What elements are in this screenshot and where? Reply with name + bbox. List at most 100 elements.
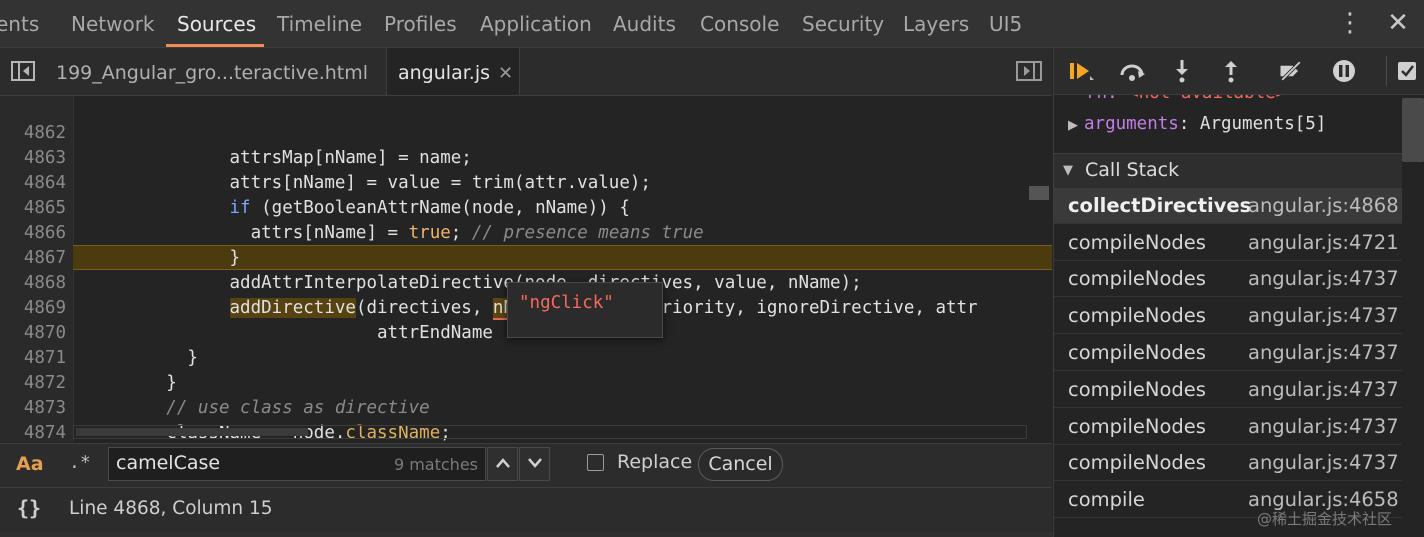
active-tab-indicator: [166, 44, 264, 47]
tab-elements[interactable]: ents: [0, 0, 39, 47]
collapse-triangle-icon[interactable]: ▼: [1063, 163, 1073, 178]
code-line: 4864 if (getBooleanAttrName(node, nName)…: [0, 146, 1052, 218]
call-frame[interactable]: compileNodes angular.js:4737: [1054, 409, 1402, 445]
call-frame[interactable]: compileNodes angular.js:4721: [1054, 225, 1402, 261]
close-tab-icon[interactable]: ✕: [498, 49, 513, 99]
toolbar-separator: [1386, 56, 1387, 86]
call-frame-function: compileNodes: [1068, 304, 1206, 327]
replace-checkbox[interactable]: [587, 454, 604, 471]
step-into-icon[interactable]: [1168, 59, 1196, 83]
editor-file-tabs: 199_Angular_gro...teractive.html angular…: [0, 48, 1052, 96]
search-match-count: 9 matches: [393, 455, 478, 474]
call-frame[interactable]: compileNodes angular.js:4737: [1054, 445, 1402, 481]
call-frame-function: compile: [1068, 488, 1145, 511]
more-menu-icon[interactable]: ⋮: [1337, 0, 1363, 47]
search-input[interactable]: camelCase 9 matches: [108, 447, 486, 481]
scope-var-value: <not available>: [1128, 95, 1286, 103]
pause-on-exceptions-icon[interactable]: [1330, 59, 1358, 83]
code-editor[interactable]: 4862 attrsMap[nName] = name; 4863 attrs[…: [0, 96, 1052, 442]
file-tab-html[interactable]: 199_Angular_gro...teractive.html: [56, 48, 368, 95]
call-frame-location: angular.js:4737: [1248, 341, 1399, 364]
resume-icon[interactable]: [1068, 59, 1096, 83]
code-line: 4873 className = node.className;: [0, 371, 1052, 442]
code-line-paused: 4868 addDirective(directives, nName, 'A'…: [0, 246, 1052, 320]
step-out-icon[interactable]: [1217, 59, 1245, 83]
call-frame[interactable]: compileNodes angular.js:4737: [1054, 372, 1402, 408]
call-frame-function: compileNodes: [1068, 267, 1206, 290]
cancel-search-button[interactable]: Cancel: [698, 448, 783, 481]
variable-value-popover: "ngClick": [507, 282, 663, 338]
code-line: 4867 addAttrInterpolateDirective(node, d…: [0, 221, 1052, 293]
code-line: 4862 attrsMap[nName] = name;: [0, 96, 1052, 168]
call-frame-function: compileNodes: [1068, 415, 1206, 438]
vertical-scrollbar-thumb[interactable]: [1029, 186, 1049, 200]
scope-truncated-row: rn: <not available>: [1086, 95, 1286, 103]
debugger-sidebar: rn: <not available> ▶arguments: Argument…: [1053, 48, 1424, 537]
scope-var-value: Arguments[5]: [1199, 114, 1327, 134]
call-frame-location: angular.js:4737: [1248, 304, 1399, 327]
call-frame[interactable]: compileNodes angular.js:4737: [1054, 298, 1402, 334]
popover-value: "ngClick": [519, 293, 614, 313]
call-frame-function: compileNodes: [1068, 341, 1206, 364]
code-line: 4865 attrs[nName] = true; // presence me…: [0, 171, 1052, 243]
scope-variables: rn: <not available> ▶arguments: Argument…: [1054, 95, 1424, 152]
regex-toggle[interactable]: .*: [69, 452, 91, 473]
call-frame-location: angular.js:4737: [1248, 451, 1399, 474]
search-query: camelCase: [116, 452, 221, 474]
search-previous-button[interactable]: [487, 447, 518, 481]
tab-ui5[interactable]: UI5: [989, 0, 1022, 47]
code-line: 4866 }: [0, 196, 1052, 268]
code-line: 4863 attrs[nName] = value = trim(attr.va…: [0, 121, 1052, 193]
horizontal-scrollbar[interactable]: [73, 425, 1027, 439]
call-frame-function: compileNodes: [1068, 231, 1206, 254]
code-line: 4872 // use class as directive: [0, 346, 1052, 418]
call-stack-header[interactable]: ▼ Call Stack: [1054, 153, 1402, 189]
toggle-navigator-icon[interactable]: [11, 61, 35, 81]
scope-var-name: rn:: [1086, 95, 1118, 103]
call-frame[interactable]: compileNodes angular.js:4737: [1054, 261, 1402, 297]
tab-sources[interactable]: Sources: [177, 0, 256, 47]
tab-profiles[interactable]: Profiles: [384, 0, 457, 47]
cursor-position: Line 4868, Column 15: [69, 498, 273, 519]
horizontal-scrollbar-thumb[interactable]: [76, 428, 308, 436]
step-over-icon[interactable]: [1118, 59, 1146, 83]
close-devtools-icon[interactable]: ✕: [1383, 0, 1413, 47]
file-tab-label: angular.js: [398, 62, 490, 84]
tab-audits[interactable]: Audits: [613, 0, 676, 47]
tab-security[interactable]: Security: [802, 0, 884, 47]
call-frame[interactable]: compileNodes angular.js:4737: [1054, 335, 1402, 371]
devtools-panel-tabs: ents Network Sources Timeline Profiles A…: [0, 0, 1424, 48]
tab-layers[interactable]: Layers: [903, 0, 969, 47]
call-frame-location: angular.js:4721: [1248, 231, 1399, 254]
code-line: 4874 if (isString(className) && classNam…: [0, 396, 1052, 442]
chevron-up-icon: [495, 458, 510, 468]
scope-arguments-row[interactable]: ▶ arguments: Arguments[5]: [1068, 114, 1326, 134]
file-tab-angular-js[interactable]: angular.js ✕: [386, 48, 520, 95]
tab-timeline[interactable]: Timeline: [277, 0, 362, 47]
call-frame-location: angular.js:4737: [1248, 267, 1399, 290]
async-checkbox-icon[interactable]: [1394, 59, 1422, 83]
toggle-debugger-icon[interactable]: [1016, 61, 1042, 81]
replace-label: Replace: [617, 451, 693, 473]
call-frame-function: compileNodes: [1068, 451, 1206, 474]
call-frame-location: angular.js:4737: [1248, 378, 1399, 401]
watermark: @稀土掘金技术社区: [1257, 510, 1393, 528]
call-frame-location: angular.js:4868: [1248, 194, 1399, 217]
sidebar-scrollbar-thumb[interactable]: [1402, 98, 1424, 162]
expand-triangle-icon[interactable]: ▶: [1068, 118, 1078, 133]
tab-console[interactable]: Console: [700, 0, 779, 47]
call-frame-function: compileNodes: [1068, 378, 1206, 401]
search-next-button[interactable]: [519, 447, 550, 481]
chevron-down-icon: [527, 458, 542, 468]
call-frame-function: collectDirectives: [1068, 194, 1252, 217]
tab-application[interactable]: Application: [480, 0, 592, 47]
call-frame-location: angular.js:4737: [1248, 415, 1399, 438]
deactivate-breakpoints-icon[interactable]: [1277, 59, 1305, 83]
call-frame-selected[interactable]: collectDirectives angular.js:4868: [1054, 188, 1402, 224]
tab-network[interactable]: Network: [71, 0, 155, 47]
call-stack-title: Call Stack: [1085, 159, 1180, 181]
search-bar: Aa .* camelCase 9 matches Replace Cancel: [0, 443, 1052, 487]
pretty-print-icon[interactable]: {}: [17, 496, 41, 520]
status-bar: {} Line 4868, Column 15: [0, 487, 1052, 533]
match-case-toggle[interactable]: Aa: [16, 453, 44, 475]
